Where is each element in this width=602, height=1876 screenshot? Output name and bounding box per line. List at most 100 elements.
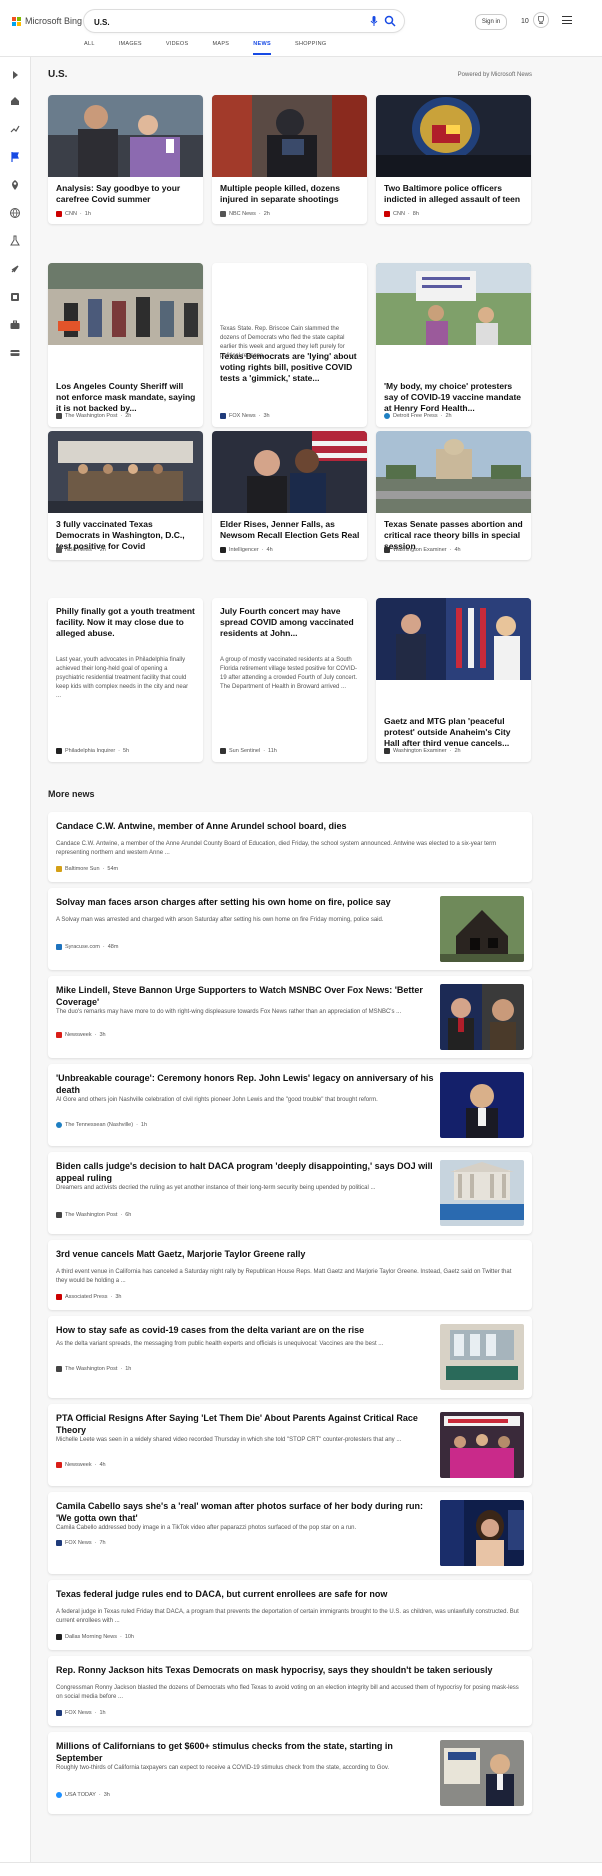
item-title[interactable]: Solvay man faces arson charges after set…: [56, 896, 436, 908]
more-news-heading: More news: [48, 789, 95, 799]
item-thumbnail: [440, 896, 524, 962]
item-title[interactable]: Candace C.W. Antwine, member of Anne Aru…: [56, 820, 522, 832]
item-title[interactable]: How to stay safe as covid-19 cases from …: [56, 1324, 436, 1336]
item-description: Camila Cabello addressed body image in a…: [56, 1525, 357, 1531]
home-icon[interactable]: [9, 95, 21, 107]
list-item[interactable]: PTA Official Resigns After Saying 'Let T…: [48, 1404, 532, 1486]
card-title[interactable]: Philly finally got a youth treatment fac…: [56, 606, 196, 639]
item-description: A third event venue in California has ca…: [56, 1269, 512, 1284]
bing-logo[interactable]: Microsoft Bing: [12, 16, 82, 26]
list-item[interactable]: Texas federal judge rules end to DACA, b…: [48, 1580, 532, 1650]
separator-dot: ·: [120, 413, 123, 419]
tab-videos[interactable]: VIDEOS: [166, 38, 189, 55]
business-icon[interactable]: [9, 319, 21, 331]
globe-icon[interactable]: [9, 207, 21, 219]
item-title[interactable]: Texas federal judge rules end to DACA, b…: [56, 1588, 522, 1600]
source-logo-icon: [56, 944, 62, 950]
list-item[interactable]: How to stay safe as covid-19 cases from …: [48, 1316, 532, 1398]
tab-news[interactable]: NEWS: [253, 38, 271, 55]
sign-in-button[interactable]: Sign in: [475, 14, 507, 30]
card-source: FOX News · 3h: [220, 413, 270, 419]
search-input[interactable]: [92, 13, 356, 31]
timestamp: 2h: [125, 413, 132, 419]
card-title[interactable]: Multiple people killed, dozens injured i…: [220, 183, 360, 205]
news-card[interactable]: Elder Rises, Jenner Falls, as Newsom Rec…: [212, 431, 367, 560]
item-source: Newsweek · 4h: [56, 1462, 106, 1468]
news-card[interactable]: Analysis: Say goodbye to your carefree C…: [48, 95, 203, 224]
list-item[interactable]: Camila Cabello says she's a 'real' woman…: [48, 1492, 532, 1574]
news-card[interactable]: Multiple people killed, dozens injured i…: [212, 95, 367, 224]
list-item[interactable]: Candace C.W. Antwine, member of Anne Aru…: [48, 812, 532, 882]
card-title[interactable]: Elder Rises, Jenner Falls, as Newsom Rec…: [220, 519, 360, 541]
item-title[interactable]: 3rd venue cancels Matt Gaetz, Marjorie T…: [56, 1248, 522, 1260]
news-card[interactable]: Texas Senate passes abortion and critica…: [376, 431, 531, 560]
news-card[interactable]: Los Angeles County Sheriff will not enfo…: [48, 263, 203, 427]
list-item[interactable]: 'Unbreakable courage': Ceremony honors R…: [48, 1064, 532, 1146]
item-title[interactable]: 'Unbreakable courage': Ceremony honors R…: [56, 1072, 436, 1096]
rocket-icon[interactable]: [9, 263, 21, 275]
item-source: The Washington Post · 6h: [56, 1212, 131, 1218]
item-title[interactable]: PTA Official Resigns After Saying 'Let T…: [56, 1412, 436, 1436]
card-title[interactable]: Analysis: Say goodbye to your carefree C…: [56, 183, 196, 205]
entertainment-icon[interactable]: [9, 291, 21, 303]
tab-shopping[interactable]: SHOPPING: [295, 38, 326, 55]
source-name: NBC News: [65, 547, 92, 553]
rewards-trophy-icon[interactable]: [533, 12, 549, 28]
item-title[interactable]: Mike Lindell, Steve Bannon Urge Supporte…: [56, 984, 436, 1008]
card-source: NBC News · 2h: [220, 211, 270, 217]
list-item[interactable]: Solvay man faces arson charges after set…: [48, 888, 532, 970]
item-title[interactable]: Camila Cabello says she's a 'real' woman…: [56, 1500, 436, 1524]
search-box[interactable]: [84, 10, 404, 32]
separator-dot: ·: [258, 211, 261, 217]
news-card[interactable]: Philly finally got a youth treatment fac…: [48, 598, 203, 762]
source-logo-icon: [220, 547, 226, 553]
item-title[interactable]: Biden calls judge's decision to halt DAC…: [56, 1160, 436, 1184]
news-card[interactable]: July Fourth concert may have spread COVI…: [212, 598, 367, 762]
news-card[interactable]: Texas Democrats are 'lying' about voting…: [212, 263, 367, 427]
card-title[interactable]: Two Baltimore police officers indicted i…: [384, 183, 524, 205]
news-card[interactable]: Gaetz and MTG plan 'peaceful protest' ou…: [376, 598, 531, 762]
hamburger-menu-icon[interactable]: [562, 16, 572, 24]
microphone-icon[interactable]: [368, 15, 380, 27]
news-card[interactable]: 3 fully vaccinated Texas Democrats in Wa…: [48, 431, 203, 560]
item-source: FOX News · 7h: [56, 1540, 106, 1546]
card-title[interactable]: July Fourth concert may have spread COVI…: [220, 606, 360, 639]
logo-text: Microsoft Bing: [25, 16, 83, 26]
separator-dot: ·: [119, 1634, 122, 1640]
footer-bar: [0, 1862, 602, 1876]
list-item[interactable]: Millions of Californians to get $600+ st…: [48, 1732, 532, 1814]
source-name: Washington Examiner: [393, 547, 447, 553]
expand-arrow-icon[interactable]: [9, 69, 21, 81]
card-title[interactable]: Los Angeles County Sheriff will not enfo…: [56, 381, 196, 414]
list-item[interactable]: 3rd venue cancels Matt Gaetz, Marjorie T…: [48, 1240, 532, 1310]
list-item[interactable]: Mike Lindell, Steve Bannon Urge Supporte…: [48, 976, 532, 1058]
item-source: Baltimore Sun · 54m: [56, 866, 118, 872]
science-icon[interactable]: [9, 235, 21, 247]
card-source: CNN · 8h: [384, 211, 419, 217]
item-title[interactable]: Rep. Ronny Jackson hits Texas Democrats …: [56, 1664, 522, 1676]
rewards-count: 10: [521, 18, 529, 25]
item-description: Congressman Ronny Jackson blasted the do…: [56, 1685, 519, 1700]
flag-icon[interactable]: [9, 151, 21, 163]
location-icon[interactable]: [9, 179, 21, 191]
card-source: CNN · 1h: [56, 211, 91, 217]
item-title[interactable]: Millions of Californians to get $600+ st…: [56, 1740, 436, 1764]
timestamp: 3h: [99, 1032, 106, 1038]
source-name: Intelligencer: [229, 547, 259, 553]
news-card[interactable]: Two Baltimore police officers indicted i…: [376, 95, 531, 224]
card-title[interactable]: 'My body, my choice' protesters say of C…: [384, 381, 524, 414]
source-logo-icon: [220, 413, 226, 419]
source-logo-icon: [56, 1792, 62, 1798]
tab-all[interactable]: ALL: [84, 38, 95, 55]
list-item[interactable]: Rep. Ronny Jackson hits Texas Democrats …: [48, 1656, 532, 1726]
list-item[interactable]: Biden calls judge's decision to halt DAC…: [48, 1152, 532, 1234]
tab-images[interactable]: IMAGES: [119, 38, 142, 55]
card-title[interactable]: Gaetz and MTG plan 'peaceful protest' ou…: [384, 716, 524, 749]
item-description: Dreamers and activists decried the rulin…: [56, 1185, 376, 1191]
tab-maps[interactable]: MAPS: [212, 38, 229, 55]
search-icon[interactable]: [384, 15, 396, 27]
news-card[interactable]: 'My body, my choice' protesters say of C…: [376, 263, 531, 427]
source-logo-icon: [220, 211, 226, 217]
wallet-icon[interactable]: [9, 347, 21, 359]
trending-icon[interactable]: [9, 123, 21, 135]
